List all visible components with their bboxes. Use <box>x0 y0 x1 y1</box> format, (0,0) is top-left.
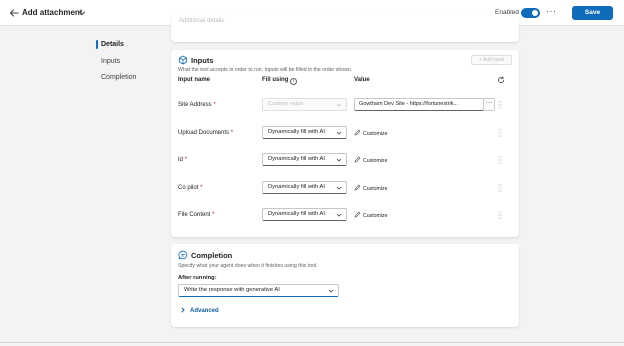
fill-using-value: Dynamically fill with AI <box>268 129 326 135</box>
drag-handle-icon[interactable] <box>498 129 502 137</box>
back-arrow-icon[interactable] <box>8 7 20 19</box>
bottom-divider <box>0 342 624 343</box>
after-running-select[interactable]: Write the response with generative AI <box>178 284 339 297</box>
chevron-down-icon[interactable] <box>78 9 86 17</box>
pencil-icon <box>354 184 361 191</box>
details-card-text: Additional details <box>179 18 225 24</box>
inputs-title: Inputs <box>191 56 214 65</box>
nav-item-inputs[interactable]: Inputs <box>101 58 120 65</box>
chevron-right-icon <box>181 307 185 313</box>
required-marker: * <box>213 102 216 108</box>
fill-using-value: Custom value <box>268 101 304 107</box>
completion-card: Completion Specify what your agent does … <box>171 244 519 327</box>
page-title: Add attachment <box>22 8 83 17</box>
col-fill-using: Fill using i <box>262 77 298 85</box>
toggle-knob <box>532 10 538 16</box>
drag-handle-icon[interactable] <box>498 184 502 192</box>
customize-button[interactable]: Customize <box>354 156 388 164</box>
fill-using-select[interactable]: Dynamically fill with AI <box>262 181 347 194</box>
inputs-description: What the tool accepts in order to run. I… <box>178 67 353 73</box>
input-name: File Content * <box>178 212 214 218</box>
required-marker: * <box>230 130 234 136</box>
completion-title: Completion <box>191 251 233 260</box>
input-name-text: Id <box>178 157 184 163</box>
nav-item-details[interactable]: Details <box>101 41 124 48</box>
nav-item-completion[interactable]: Completion <box>101 74 136 81</box>
fill-using-select[interactable]: Dynamically fill with AI <box>262 208 347 221</box>
cube-icon <box>179 55 187 65</box>
input-row-id: Id * Dynamically fill with AI Customize <box>171 153 519 169</box>
col-fill-using-label: Fill using <box>262 77 289 83</box>
chevron-down-icon <box>336 103 342 107</box>
chevron-down-icon <box>336 213 342 217</box>
fill-using-select[interactable]: Dynamically fill with AI <box>262 126 347 139</box>
fill-using-select[interactable]: Dynamically fill with AI <box>262 153 347 166</box>
fill-using-value: Dynamically fill with AI <box>268 211 326 217</box>
input-row-co-pilot: Co pilot * Dynamically fill with AI Cust… <box>171 181 519 197</box>
input-row-upload-documents: Upload Documents * Dynamically fill with… <box>171 126 519 142</box>
fill-using-select[interactable]: Custom value <box>262 98 347 111</box>
input-row-site-address: Site Address * Custom value Gowtham Dev … <box>171 98 519 114</box>
completion-description: Specify what your agent does when it fin… <box>178 263 318 269</box>
input-name-text: Upload Documents <box>178 130 230 136</box>
customize-label: Customize <box>363 213 388 219</box>
chevron-down-icon <box>336 158 342 162</box>
input-name-text: Co pilot <box>178 185 199 191</box>
customize-label: Customize <box>363 186 388 192</box>
input-name-text: Site Address <box>178 102 212 108</box>
advanced-label: Advanced <box>190 308 219 314</box>
input-name: Co pilot * <box>178 185 202 191</box>
chevron-down-icon <box>336 131 342 135</box>
drag-handle-icon[interactable] <box>498 211 502 219</box>
customize-label: Customize <box>363 158 388 164</box>
enabled-label: Enabled <box>495 9 519 16</box>
required-marker: * <box>212 212 215 218</box>
customize-label: Customize <box>363 131 388 137</box>
drag-handle-icon[interactable] <box>498 101 502 109</box>
value-more-button[interactable]: ··· <box>483 98 495 111</box>
input-row-file-content: File Content * Dynamically fill with AI … <box>171 208 519 224</box>
add-input-button[interactable]: + Add input <box>471 55 512 65</box>
inputs-card: Inputs + Add input What the tool accepts… <box>171 50 519 237</box>
chevron-down-icon <box>336 186 342 190</box>
required-marker: * <box>200 185 203 191</box>
chevron-down-icon <box>328 289 334 293</box>
col-value: Value <box>354 77 370 83</box>
customize-button[interactable]: Customize <box>354 211 388 219</box>
more-options-icon[interactable]: ··· <box>546 6 557 16</box>
fill-using-value: Dynamically fill with AI <box>268 184 326 190</box>
chat-bubble-icon <box>178 250 188 260</box>
customize-button[interactable]: Customize <box>354 129 388 137</box>
col-input-name: Input name <box>178 77 211 83</box>
input-name-text: File Content <box>178 212 211 218</box>
input-name: Site Address * <box>178 102 216 108</box>
nav-active-indicator <box>96 40 98 49</box>
input-name: Upload Documents * <box>178 130 233 136</box>
after-running-label: After running: <box>178 275 217 281</box>
drag-handle-icon[interactable] <box>498 156 502 164</box>
after-running-value: Write the response with generative AI <box>184 287 280 293</box>
details-card: Additional details <box>171 16 519 42</box>
site-address-value[interactable]: Gowtham Dev Site - https://fortunestrik.… <box>354 98 484 111</box>
required-marker: * <box>184 157 188 163</box>
save-button[interactable]: Save <box>572 6 613 20</box>
info-icon[interactable]: i <box>290 78 298 85</box>
pencil-icon <box>354 129 361 136</box>
advanced-toggle[interactable]: Advanced <box>180 307 219 314</box>
refresh-icon[interactable] <box>497 76 505 84</box>
enabled-toggle[interactable] <box>521 8 540 18</box>
customize-button[interactable]: Customize <box>354 184 388 192</box>
pencil-icon <box>354 156 361 163</box>
fill-using-value: Dynamically fill with AI <box>268 156 326 162</box>
pencil-icon <box>354 211 361 218</box>
input-name: Id * <box>178 157 187 163</box>
